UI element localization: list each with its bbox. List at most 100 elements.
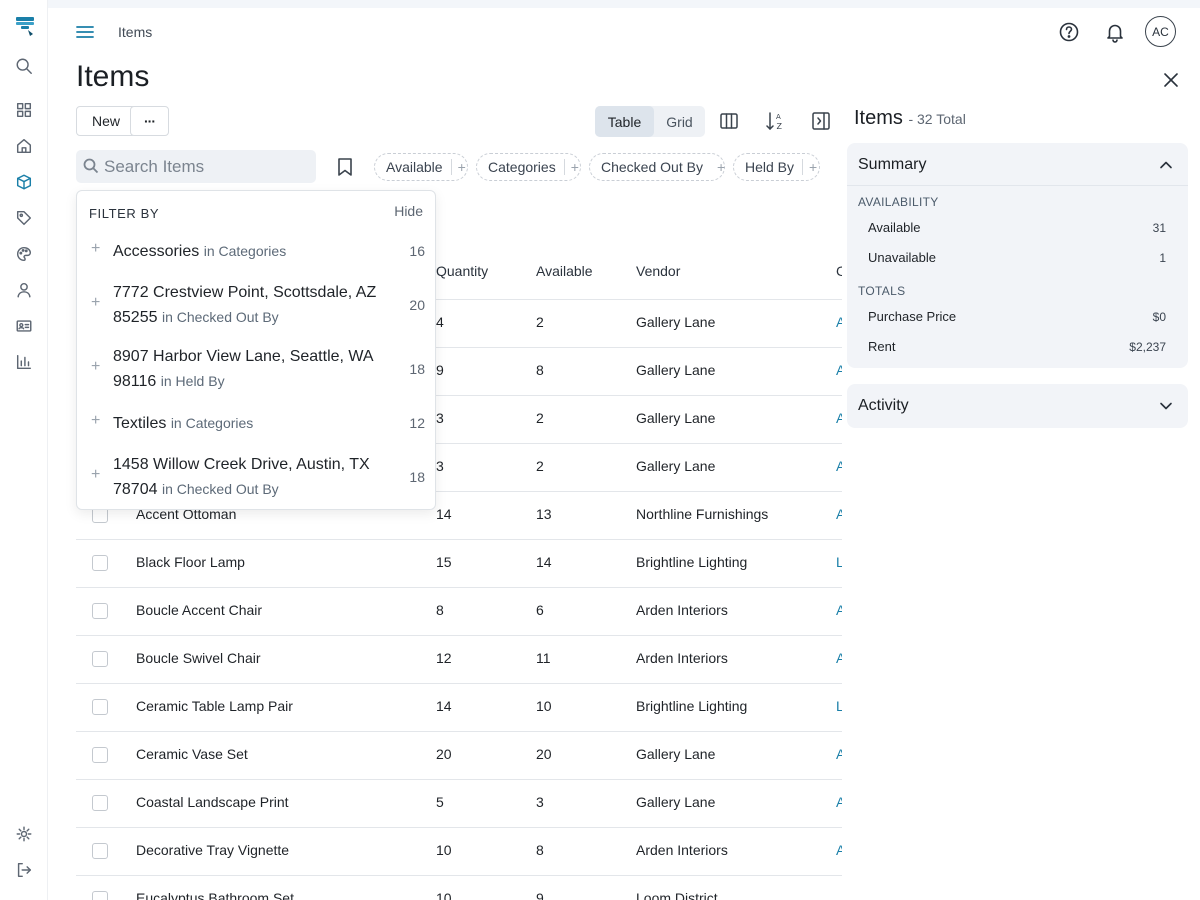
activity-card[interactable]: Activity [847, 384, 1188, 428]
row-checkbox[interactable] [92, 651, 108, 667]
user-icon[interactable] [14, 280, 34, 300]
filter-suggestion[interactable]: + Textiles in Categories 12 [77, 411, 437, 435]
help-icon[interactable] [1058, 21, 1080, 43]
filter-suggestion[interactable]: + 7772 Crestview Point, Scottsdale, AZ 8… [77, 281, 437, 329]
item-name[interactable]: Boucle Accent Chair [136, 602, 262, 618]
row-checkbox[interactable] [92, 747, 108, 763]
breadcrumb[interactable]: Items [118, 24, 152, 40]
category-link[interactable]: A [836, 506, 842, 522]
available-cell: 2 [536, 458, 544, 474]
category-link[interactable]: A [836, 842, 842, 858]
row-checkbox[interactable] [92, 603, 108, 619]
category-link[interactable]: A [836, 458, 842, 474]
category-link[interactable]: L [836, 698, 842, 714]
quantity-cell: 5 [436, 794, 444, 810]
nav-rail [0, 0, 48, 900]
plus-icon: + [91, 412, 101, 429]
chevron-up-icon[interactable] [1158, 157, 1174, 173]
home-icon[interactable] [14, 136, 34, 156]
tag-icon[interactable] [14, 208, 34, 228]
summary-title[interactable]: Summary [858, 156, 926, 174]
totals-section-label: TOTALS [858, 284, 906, 298]
filter-chip-available[interactable]: Available + [374, 153, 468, 181]
row-checkbox[interactable] [92, 699, 108, 715]
filter-suggestion[interactable]: + 1458 Willow Creek Drive, Austin, TX 78… [77, 453, 437, 501]
suggestion-context: in Checked Out By [161, 309, 279, 325]
avatar[interactable]: AC [1145, 16, 1176, 47]
category-link[interactable]: A [836, 746, 842, 762]
category-link[interactable]: A [836, 650, 842, 666]
notifications-bell-icon[interactable] [1104, 21, 1126, 43]
chevron-down-icon[interactable] [1158, 398, 1174, 414]
table-row[interactable]: Boucle Swivel Chair 12 11 Arden Interior… [76, 635, 842, 683]
item-name[interactable]: Ceramic Table Lamp Pair [136, 698, 293, 714]
filter-chip-categories[interactable]: Categories + [476, 153, 581, 181]
hide-filter-button[interactable]: Hide [394, 203, 423, 219]
palette-icon[interactable] [14, 244, 34, 264]
filter-chip-checked-out-by[interactable]: Checked Out By + [589, 153, 725, 181]
item-name[interactable]: Decorative Tray Vignette [136, 842, 289, 858]
item-name[interactable]: Eucalyptus Bathroom Set [136, 890, 294, 900]
column-header-vendor[interactable]: Vendor [636, 263, 680, 279]
close-panel-icon[interactable] [1162, 71, 1180, 89]
sort-az-icon[interactable]: AZ [764, 110, 786, 132]
item-name[interactable]: Ceramic Vase Set [136, 746, 248, 762]
logout-icon[interactable] [14, 860, 34, 880]
tab-table-view[interactable]: Table [595, 106, 654, 137]
search-input[interactable] [104, 150, 309, 183]
columns-icon[interactable] [718, 110, 740, 132]
activity-title[interactable]: Activity [858, 397, 909, 415]
available-label: Available [868, 220, 921, 235]
box-icon[interactable] [14, 172, 34, 192]
settings-icon[interactable] [14, 824, 34, 844]
toggle-side-panel-icon[interactable] [810, 110, 832, 132]
availability-section-label: AVAILABILITY [858, 195, 939, 209]
table-row[interactable]: Eucalyptus Bathroom Set 10 9 Loom Distri… [76, 875, 842, 900]
purchase-price-label: Purchase Price [868, 309, 957, 324]
tab-grid-view[interactable]: Grid [654, 106, 705, 137]
category-link[interactable]: A [836, 362, 842, 378]
suggestion-count: 18 [409, 469, 425, 485]
table-row[interactable]: Ceramic Vase Set 20 20 Gallery Lane A [76, 731, 842, 779]
column-header-category[interactable]: C [836, 263, 842, 279]
plus-icon[interactable]: + [571, 159, 579, 175]
menu-icon[interactable] [76, 24, 94, 40]
suggestion-context: in Categories [170, 415, 254, 431]
category-link[interactable]: L [836, 554, 842, 570]
plus-icon[interactable]: + [717, 159, 725, 175]
filter-suggestion[interactable]: + 8907 Harbor View Lane, Seattle, WA 981… [77, 345, 437, 393]
plus-icon[interactable]: + [809, 159, 817, 175]
plus-icon[interactable]: + [458, 159, 466, 175]
table-row[interactable]: Ceramic Table Lamp Pair 14 10 Brightline… [76, 683, 842, 731]
dashboard-icon[interactable] [14, 100, 34, 120]
table-row[interactable]: Coastal Landscape Print 5 3 Gallery Lane… [76, 779, 842, 827]
table-row[interactable]: Decorative Tray Vignette 10 8 Arden Inte… [76, 827, 842, 875]
table-row[interactable]: Black Floor Lamp 15 14 Brightline Lighti… [76, 539, 842, 587]
vendor-cell: Gallery Lane [636, 746, 716, 762]
column-header-quantity[interactable]: Quantity [436, 263, 488, 279]
search-icon[interactable] [14, 56, 34, 76]
row-checkbox[interactable] [92, 843, 108, 859]
suggestion-count: 12 [409, 415, 425, 431]
column-header-available[interactable]: Available [536, 263, 593, 279]
category-link[interactable]: A [836, 410, 842, 426]
search-box [76, 150, 316, 183]
filter-chip-held-by[interactable]: Held By + [733, 153, 820, 181]
category-link[interactable]: A [836, 794, 842, 810]
app-logo-icon[interactable] [13, 14, 37, 38]
reports-icon[interactable] [14, 352, 34, 372]
row-checkbox[interactable] [92, 891, 108, 900]
category-link[interactable]: A [836, 314, 842, 330]
new-button[interactable]: New [76, 106, 136, 136]
table-row[interactable]: Boucle Accent Chair 8 6 Arden Interiors … [76, 587, 842, 635]
item-name[interactable]: Black Floor Lamp [136, 554, 245, 570]
category-link[interactable]: A [836, 602, 842, 618]
item-name[interactable]: Coastal Landscape Print [136, 794, 289, 810]
id-card-icon[interactable] [14, 316, 34, 336]
row-checkbox[interactable] [92, 555, 108, 571]
saved-views-bookmark-icon[interactable] [336, 157, 354, 177]
row-checkbox[interactable] [92, 795, 108, 811]
more-options-button[interactable]: ··· [130, 106, 169, 136]
item-name[interactable]: Boucle Swivel Chair [136, 650, 261, 666]
filter-suggestion[interactable]: + Accessories in Categories 16 [77, 239, 437, 263]
